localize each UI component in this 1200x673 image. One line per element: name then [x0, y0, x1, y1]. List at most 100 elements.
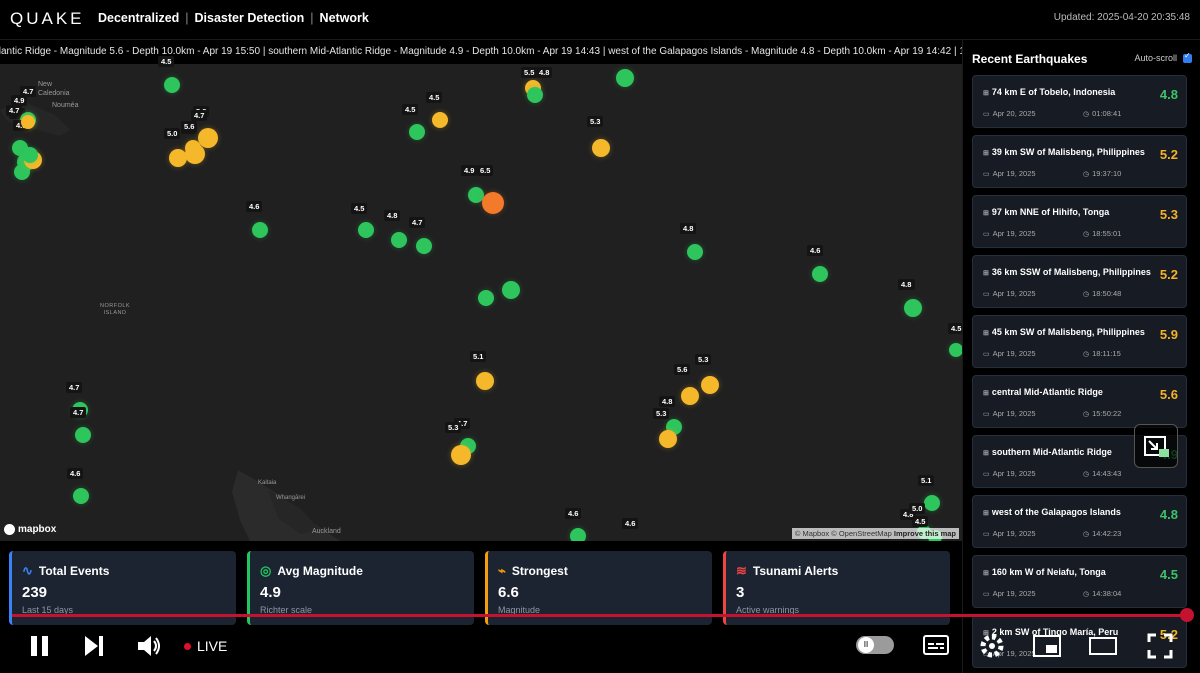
- quake-marker[interactable]: [409, 124, 425, 140]
- quake-marker[interactable]: [416, 238, 432, 254]
- autoscroll-checkbox[interactable]: [1183, 51, 1192, 63]
- quake-magnitude-label: 5.6: [181, 121, 198, 132]
- quake-marker[interactable]: [432, 112, 448, 128]
- time-text: 14:43:43: [1092, 469, 1122, 478]
- map-pin-icon: ⊞: [983, 330, 989, 337]
- earthquake-list-item[interactable]: ⊞ 97 km NNE of Hihifo, Tonga 5.3 ▭ Apr 19, 2…: [972, 195, 1187, 248]
- stat-title-text: Strongest: [511, 564, 568, 578]
- skip-next-icon[interactable]: [82, 634, 106, 658]
- quake-marker[interactable]: [185, 144, 205, 164]
- quake-magnitude-label: 4.5: [948, 323, 962, 334]
- nav-decentralized[interactable]: Decentralized: [98, 11, 179, 25]
- quake-marker[interactable]: [949, 343, 962, 357]
- improve-map-link[interactable]: Improve this map: [894, 529, 956, 538]
- earthquake-list-item[interactable]: ⊞ 74 km E of Tobelo, Indonesia 4.8 ▭ Apr 20,…: [972, 75, 1187, 128]
- earthquake-list-item[interactable]: ⊞ 39 km SW of Malisbeng, Philippines 5.2 ▭ A…: [972, 135, 1187, 188]
- quake-marker[interactable]: [22, 147, 38, 163]
- quake-marker[interactable]: [527, 87, 543, 103]
- earthquake-list-item[interactable]: ⊞ central Mid-Atlantic Ridge 5.6 ▭ Apr 19, 2…: [972, 375, 1187, 428]
- earthquake-date: ▭ Apr 19, 2025: [983, 409, 1036, 418]
- nav-disaster-detection[interactable]: Disaster Detection: [195, 11, 305, 25]
- stat-title: ≋ Tsunami Alerts: [736, 563, 838, 579]
- quake-marker[interactable]: [391, 232, 407, 248]
- quake-marker[interactable]: [164, 77, 180, 93]
- cast-button[interactable]: [1134, 424, 1178, 468]
- quake-marker[interactable]: [570, 528, 586, 541]
- calendar-icon: ▭: [983, 471, 990, 478]
- date-text: Apr 19, 2025: [992, 529, 1036, 538]
- earthquake-magnitude: 5.6: [1159, 387, 1178, 402]
- map-pin-icon: ⊞: [983, 510, 989, 517]
- quake-marker[interactable]: [451, 445, 471, 465]
- quake-marker[interactable]: [502, 281, 520, 299]
- quake-marker[interactable]: [476, 372, 494, 390]
- location-text: 97 km NNE of Hihifo, Tonga: [991, 207, 1110, 217]
- quake-marker[interactable]: [358, 222, 374, 238]
- quake-magnitude-label: 4.6: [622, 518, 639, 529]
- calendar-icon: ▭: [983, 111, 990, 118]
- quake-magnitude-label: 6.5: [477, 165, 494, 176]
- quake-marker[interactable]: [252, 222, 268, 238]
- earthquake-location: ⊞ 39 km SW of Malisbeng, Philippines: [983, 147, 1145, 157]
- autoplay-toggle[interactable]: II: [856, 636, 894, 654]
- autoscroll-toggle[interactable]: Auto-scroll: [1134, 51, 1192, 63]
- quake-marker[interactable]: [482, 192, 504, 214]
- quake-marker[interactable]: [904, 299, 922, 317]
- date-text: Apr 19, 2025: [992, 469, 1036, 478]
- progress-scrubber[interactable]: [1180, 608, 1194, 622]
- quake-marker[interactable]: [616, 69, 634, 87]
- quake-marker[interactable]: [812, 266, 828, 282]
- earthquake-list-item[interactable]: ⊞ west of the Galapagos Islands 4.8 ▭ Apr 19…: [972, 495, 1187, 548]
- quake-marker[interactable]: [75, 427, 91, 443]
- earthquake-date: ▭ Apr 20, 2025: [983, 109, 1036, 118]
- quake-marker[interactable]: [21, 115, 35, 129]
- quake-marker[interactable]: [73, 488, 89, 504]
- quake-marker[interactable]: [924, 495, 940, 511]
- earthquake-list-item[interactable]: ⊞ 45 km SW of Malisbeng, Philippines 5.9 ▭ A…: [972, 315, 1187, 368]
- quake-marker[interactable]: [701, 376, 719, 394]
- quake-magnitude-label: 5.1: [470, 351, 487, 362]
- earthquake-location: ⊞ west of the Galapagos Islands: [983, 507, 1121, 517]
- nav-network[interactable]: Network: [320, 11, 369, 25]
- pulse-icon: ⌁: [498, 563, 506, 578]
- place-new-caledonia: New Caledonia: [38, 81, 70, 97]
- quake-magnitude-label: 4.7: [409, 217, 426, 228]
- quake-magnitude-label: 4.8: [659, 396, 676, 407]
- subtitles-icon[interactable]: [922, 633, 950, 659]
- video-progress-bar[interactable]: [12, 614, 1188, 617]
- fullscreen-icon[interactable]: [1146, 632, 1174, 660]
- quake-marker[interactable]: [681, 387, 699, 405]
- location-text: 45 km SW of Malisbeng, Philippines: [991, 327, 1145, 337]
- updated-timestamp: Updated: 2025-04-20 20:35:48: [1053, 12, 1190, 23]
- location-text: 36 km SSW of Malisbeng, Philippines: [991, 267, 1151, 277]
- app-logo[interactable]: QUAKE: [10, 9, 85, 29]
- earthquake-map[interactable]: tlantic Ridge - Magnitude 5.6 - Depth 10…: [0, 40, 962, 541]
- location-text: 74 km E of Tobelo, Indonesia: [991, 87, 1116, 97]
- attribution-text[interactable]: © Mapbox © OpenStreetMap: [795, 529, 892, 538]
- miniplayer-icon[interactable]: [1032, 633, 1062, 659]
- theater-mode-icon[interactable]: [1088, 633, 1118, 659]
- quake-marker[interactable]: [478, 290, 494, 306]
- stat-title: ∿ Total Events: [22, 563, 109, 579]
- map-pin-icon: ⊞: [983, 450, 989, 457]
- pause-icon[interactable]: [28, 634, 52, 658]
- earthquake-magnitude: 5.2: [1159, 267, 1178, 282]
- clock-icon: ◷: [1083, 291, 1090, 298]
- quake-magnitude-label: 4.5: [402, 104, 419, 115]
- quake-marker[interactable]: [659, 430, 677, 448]
- quake-marker[interactable]: [687, 244, 703, 260]
- mapbox-logo[interactable]: mapbox: [4, 524, 56, 535]
- quake-magnitude-label: 4.8: [536, 67, 553, 78]
- earthquake-location: ⊞ 45 km SW of Malisbeng, Philippines: [983, 327, 1145, 337]
- quake-marker[interactable]: [592, 139, 610, 157]
- earthquake-list-item[interactable]: ⊞ 160 km W of Neiafu, Tonga 4.5 ▭ Apr 19, 20…: [972, 555, 1187, 608]
- stat-title: ⌁ Strongest: [498, 563, 568, 579]
- settings-gear-icon[interactable]: [978, 632, 1006, 660]
- date-text: Apr 19, 2025: [992, 409, 1036, 418]
- volume-icon[interactable]: [136, 633, 162, 659]
- earthquake-location: ⊞ 97 km NNE of Hihifo, Tonga: [983, 207, 1109, 217]
- earthquake-time: ◷ 15:50:22: [1083, 409, 1121, 418]
- live-indicator[interactable]: LIVE: [184, 638, 227, 654]
- earthquake-date: ▭ Apr 19, 2025: [983, 589, 1036, 598]
- earthquake-list-item[interactable]: ⊞ 36 km SSW of Malisbeng, Philippines 5.2 ▭…: [972, 255, 1187, 308]
